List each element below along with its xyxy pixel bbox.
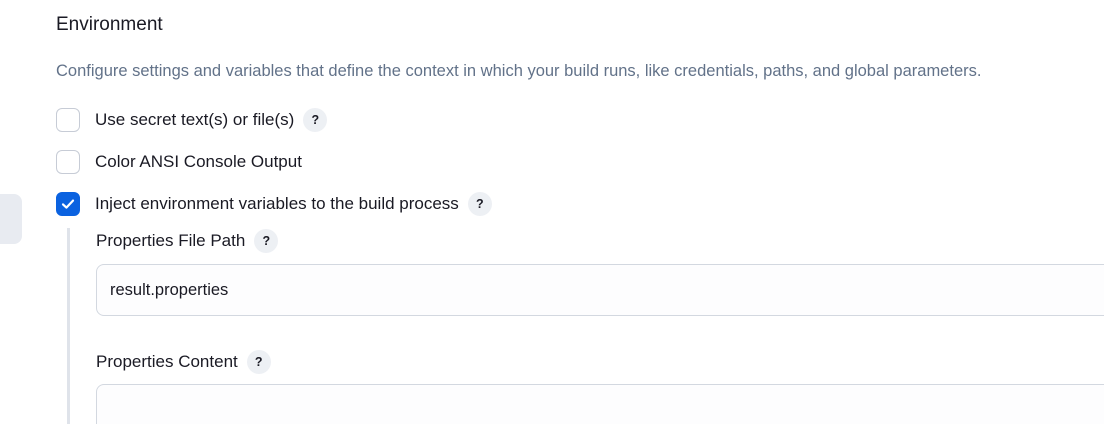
color-ansi-label[interactable]: Color ANSI Console Output — [95, 152, 302, 172]
side-panel-tab[interactable] — [0, 194, 22, 244]
section-title: Environment — [56, 14, 163, 35]
inject-env-label[interactable]: Inject environment variables to the buil… — [95, 194, 459, 214]
section-description: Configure settings and variables that de… — [56, 62, 982, 80]
option-inject-env: Inject environment variables to the buil… — [56, 190, 492, 218]
inject-env-checkbox[interactable] — [56, 192, 80, 216]
properties-file-path-input[interactable] — [96, 264, 1104, 316]
help-icon[interactable]: ? — [303, 108, 328, 132]
properties-content-label: Properties Content — [96, 352, 238, 371]
help-icon[interactable]: ? — [467, 192, 492, 216]
environment-settings-page: Environment Configure settings and varia… — [0, 0, 1104, 424]
option-color-ansi: Color ANSI Console Output — [56, 148, 302, 176]
properties-content-label-row: Properties Content ? — [96, 349, 271, 375]
nested-section-indicator — [67, 228, 70, 424]
properties-file-path-label-row: Properties File Path ? — [96, 228, 279, 254]
use-secret-checkbox[interactable] — [56, 108, 80, 132]
color-ansi-checkbox[interactable] — [56, 150, 80, 174]
properties-file-path-label: Properties File Path — [96, 231, 246, 250]
checkmark-icon — [61, 199, 75, 209]
help-icon[interactable]: ? — [246, 350, 271, 374]
option-use-secret: Use secret text(s) or file(s) ? — [56, 106, 328, 134]
help-icon[interactable]: ? — [254, 229, 279, 253]
properties-content-textarea[interactable] — [96, 384, 1104, 424]
use-secret-label[interactable]: Use secret text(s) or file(s) — [95, 110, 294, 130]
